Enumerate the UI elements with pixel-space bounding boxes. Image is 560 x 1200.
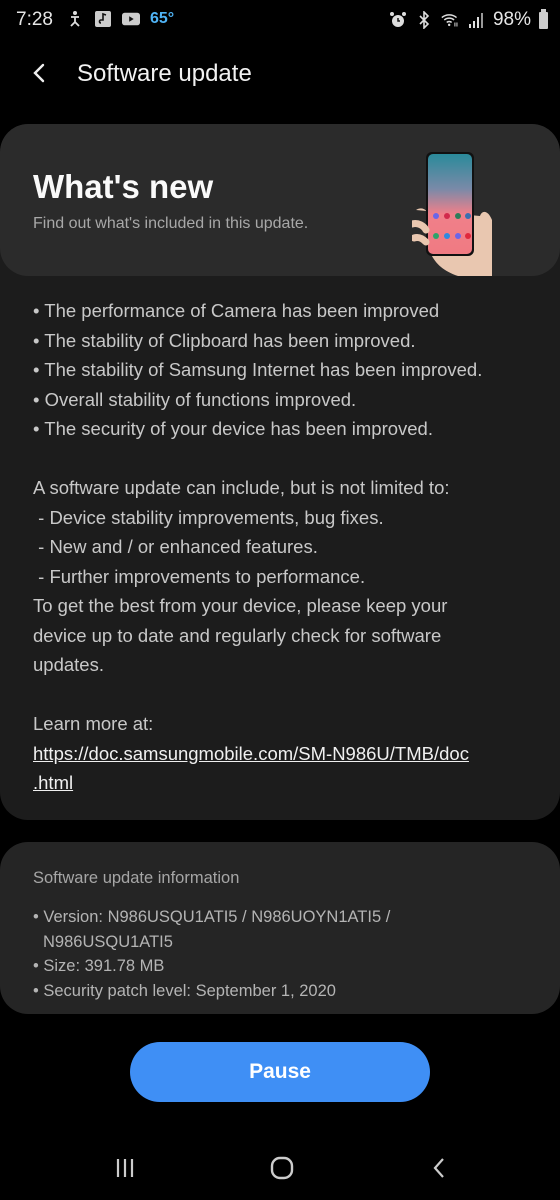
advice-text: To get the best from your device, please… (33, 595, 448, 616)
pause-button[interactable]: Pause (130, 1042, 430, 1102)
signal-icon (467, 11, 485, 29)
app-header: Software update (0, 50, 560, 100)
advice-text: updates. (33, 654, 104, 675)
includes-item: - Device stability improvements, bug fix… (33, 506, 384, 528)
version-info: • Version: N986USQU1ATI5 / N986UOYN1ATI5… (33, 908, 391, 926)
weather-temperature: 65° (150, 10, 175, 27)
update-info-heading: Software update information (33, 869, 240, 887)
back-arrow-icon (33, 63, 45, 83)
wifi-icon (441, 11, 459, 29)
music-app-icon (94, 10, 112, 28)
battery-icon (539, 8, 548, 29)
page-title: Software update (77, 60, 252, 87)
learn-more-label: Learn more at: (33, 713, 154, 734)
note-bullet: • The security of your device has been i… (33, 418, 433, 439)
note-bullet: • Overall stability of functions improve… (33, 388, 357, 410)
back-icon (433, 1158, 444, 1178)
back-button[interactable] (26, 58, 56, 88)
whats-new-title: What's new (33, 168, 214, 205)
link-line-1[interactable]: https://doc.samsungmobile.com/SM-N986U/T… (33, 743, 469, 764)
includes-intro: A software update can include, but is no… (33, 477, 450, 498)
youtube-icon (122, 10, 140, 28)
accessibility-icon (66, 10, 84, 28)
update-info-card: Software update information • Version: N… (0, 842, 560, 1014)
release-notes: • The performance of Camera has been imp… (33, 296, 533, 798)
home-button[interactable] (262, 1153, 302, 1183)
recents-icon (116, 1159, 134, 1177)
clock: 7:28 (16, 9, 53, 30)
status-bar: 7:28 65° 98% (0, 0, 560, 40)
includes-item: - New and / or enhanced features. (33, 536, 318, 557)
note-bullet: • The stability of Samsung Internet has … (33, 359, 483, 380)
whats-new-card: What's new Find out what's included in t… (0, 124, 560, 820)
whats-new-subtitle: Find out what's included in this update. (33, 215, 309, 232)
recents-button[interactable] (105, 1153, 145, 1183)
note-bullet: • The performance of Camera has been imp… (33, 300, 440, 321)
bluetooth-icon (415, 11, 433, 29)
home-icon (270, 1156, 294, 1180)
security-patch-info: • Security patch level: September 1, 202… (33, 981, 336, 1000)
version-info-cont: N986USQU1ATI5 (43, 932, 173, 951)
learn-more-link[interactable]: https://doc.samsungmobile.com/SM-N986U/T… (33, 739, 533, 798)
nav-back-button[interactable] (420, 1153, 460, 1183)
advice-text: device up to date and regularly check fo… (33, 624, 442, 646)
alarm-icon (389, 11, 407, 29)
note-bullet: • The stability of Clipboard has been im… (33, 329, 416, 351)
size-info: • Size: 391.78 MB (33, 957, 165, 975)
navigation-bar (0, 1140, 560, 1200)
battery-percent: 98% (492, 9, 531, 30)
whats-new-hero: What's new Find out what's included in t… (0, 124, 560, 276)
includes-item: - Further improvements to performance. (33, 565, 366, 587)
phone-in-hand-illustration (412, 152, 492, 276)
link-line-2[interactable]: .html (33, 772, 73, 793)
